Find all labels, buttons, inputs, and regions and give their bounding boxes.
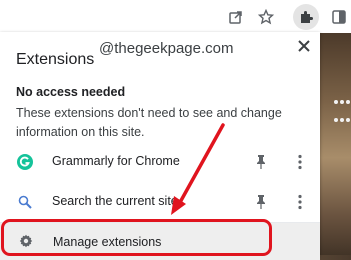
annotation-arrow [171, 123, 225, 215]
